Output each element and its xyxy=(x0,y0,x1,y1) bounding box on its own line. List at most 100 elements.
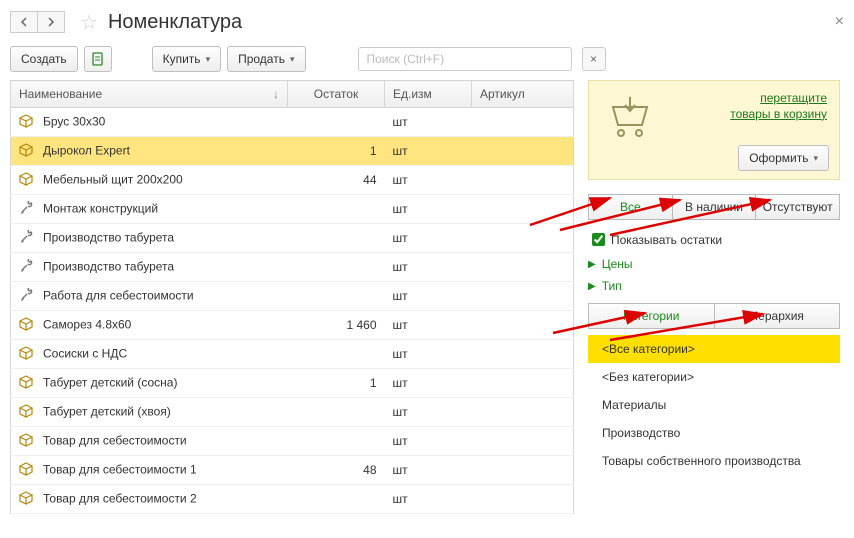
table-row[interactable]: Производство табуреташт xyxy=(11,253,574,282)
row-sku xyxy=(472,427,574,456)
type-label: Тип xyxy=(602,279,622,293)
row-name: Саморез 4.8х60 xyxy=(43,317,131,331)
issue-label: Оформить xyxy=(749,151,808,165)
table-row[interactable]: Товар для себестоимости 2 шт xyxy=(11,485,574,514)
show-stock-label: Показывать остатки xyxy=(611,233,722,247)
row-unit: шт xyxy=(385,340,472,369)
row-name: Сосиски с НДС xyxy=(43,346,127,360)
row-name: Брус 30х30 xyxy=(43,114,105,128)
filter-instock-button[interactable]: В наличии xyxy=(672,194,757,220)
table-row[interactable]: Брус 30х30 шт xyxy=(11,108,574,137)
box-icon xyxy=(19,143,35,160)
row-unit: шт xyxy=(385,282,472,311)
row-stock: 1 xyxy=(288,369,385,398)
row-sku xyxy=(472,166,574,195)
table-row[interactable]: Производство табурета шт xyxy=(11,224,574,253)
row-name: Работа для себестоимости xyxy=(43,288,194,302)
row-name: Товар для себестоимости 2 xyxy=(43,491,197,505)
row-stock xyxy=(288,108,385,137)
mode-hierarchy-button[interactable]: Иерархия xyxy=(714,303,841,329)
buy-label: Купить xyxy=(163,52,201,66)
table-row[interactable]: Монтаж конструкцийшт xyxy=(11,195,574,224)
category-item[interactable]: Товары собственного производства xyxy=(588,447,840,475)
row-stock: 48 xyxy=(288,456,385,485)
row-unit: шт xyxy=(385,253,472,282)
category-item[interactable]: Материалы xyxy=(588,391,840,419)
box-icon xyxy=(19,346,35,363)
row-sku xyxy=(472,108,574,137)
filter-outstock-button[interactable]: Отсутствуют xyxy=(755,194,840,220)
table-row[interactable]: Табурет детский (хвоя)шт xyxy=(11,398,574,427)
col-header-stock[interactable]: Остаток xyxy=(288,81,385,108)
box-icon xyxy=(19,172,35,189)
prices-expander[interactable]: ▶ Цены xyxy=(588,257,840,271)
tool-icon xyxy=(19,201,35,218)
table-row[interactable]: Табурет детский (сосна)1шт xyxy=(11,369,574,398)
box-icon xyxy=(19,114,35,131)
table-row[interactable]: Работа для себестоимости шт xyxy=(11,282,574,311)
stock-filter-segment: Все В наличии Отсутствуют xyxy=(588,194,840,220)
cart-drop-link[interactable]: перетащите товары в корзину xyxy=(681,91,827,122)
row-stock xyxy=(288,340,385,369)
row-unit: шт xyxy=(385,224,472,253)
row-stock xyxy=(288,195,385,224)
nomenclature-table: Наименование Остаток Ед.изм Артикул Брус… xyxy=(10,80,574,514)
row-name: Дырокол Expert xyxy=(43,143,130,157)
cart-link-line1: перетащите xyxy=(760,91,827,105)
row-stock xyxy=(288,282,385,311)
box-icon xyxy=(19,462,35,479)
toolbar: Создать Купить ▾ Продать▾ × xyxy=(10,46,844,72)
nav-forward-button[interactable] xyxy=(37,11,65,33)
row-unit: шт xyxy=(385,485,472,514)
table-row[interactable]: Товар для себестоимости 148шт xyxy=(11,456,574,485)
row-name: Мебельный щит 200х200 xyxy=(43,172,183,186)
row-unit: шт xyxy=(385,108,472,137)
mode-categories-button[interactable]: Категории xyxy=(588,303,715,329)
col-header-sku[interactable]: Артикул xyxy=(472,81,574,108)
row-name: Товар для себестоимости xyxy=(43,433,187,447)
nav-back-button[interactable] xyxy=(10,11,38,33)
star-icon[interactable]: ☆ xyxy=(80,10,98,35)
issue-button[interactable]: Оформить ▾ xyxy=(738,145,829,171)
row-stock: 44 xyxy=(288,166,385,195)
row-sku xyxy=(472,137,574,166)
row-sku xyxy=(472,224,574,253)
search-input[interactable] xyxy=(365,51,565,67)
table-row[interactable]: Товар для себестоимостишт xyxy=(11,427,574,456)
row-unit: шт xyxy=(385,369,472,398)
col-header-name[interactable]: Наименование xyxy=(11,81,288,108)
table-row[interactable]: Саморез 4.8х601 460шт xyxy=(11,311,574,340)
cart-dropzone[interactable]: перетащите товары в корзину Оформить ▾ xyxy=(588,80,840,180)
row-sku xyxy=(472,340,574,369)
caret-right-icon: ▶ xyxy=(588,281,596,292)
show-stock-checkbox[interactable] xyxy=(592,233,605,246)
close-icon[interactable]: × xyxy=(835,13,844,31)
table-row[interactable]: Дырокол Expert1шт xyxy=(11,137,574,166)
category-item[interactable]: <Все категории> xyxy=(588,335,840,363)
type-expander[interactable]: ▶ Тип xyxy=(588,279,840,293)
tool-icon xyxy=(19,259,35,276)
category-item[interactable]: Производство xyxy=(588,419,840,447)
show-stock-checkbox-row[interactable]: Показывать остатки xyxy=(588,230,840,249)
create-from-template-button[interactable] xyxy=(84,46,112,72)
row-sku xyxy=(472,456,574,485)
create-button[interactable]: Создать xyxy=(10,46,78,72)
table-row[interactable]: Мебельный щит 200х20044шт xyxy=(11,166,574,195)
chevron-down-icon: ▾ xyxy=(813,153,818,164)
row-sku xyxy=(472,369,574,398)
category-item[interactable]: <Без категории> xyxy=(588,363,840,391)
row-sku xyxy=(472,195,574,224)
page-title: Номенклатура xyxy=(108,11,242,34)
chevron-down-icon: ▾ xyxy=(290,54,295,65)
row-sku xyxy=(472,282,574,311)
col-header-unit[interactable]: Ед.изм xyxy=(385,81,472,108)
filter-all-button[interactable]: Все xyxy=(588,194,673,220)
buy-button[interactable]: Купить ▾ xyxy=(152,46,221,72)
sell-button[interactable]: Продать▾ xyxy=(227,46,305,72)
clear-search-button[interactable]: × xyxy=(582,47,606,71)
table-row[interactable]: Сосиски с НДС шт xyxy=(11,340,574,369)
row-name: Производство табурета xyxy=(43,230,174,244)
row-name: Монтаж конструкций xyxy=(43,201,158,215)
row-sku xyxy=(472,398,574,427)
chevron-down-icon: ▾ xyxy=(206,54,211,65)
